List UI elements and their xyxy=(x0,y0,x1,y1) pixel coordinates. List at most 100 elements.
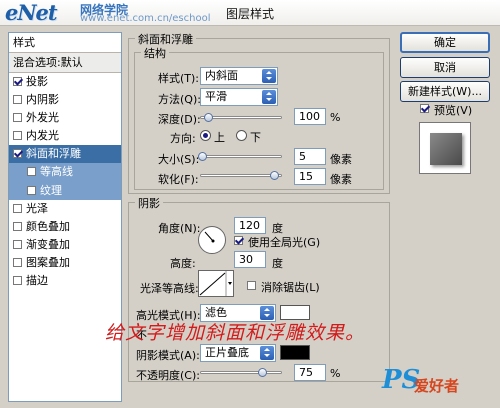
shadow-opacity-slider[interactable] xyxy=(200,367,282,379)
style-preview xyxy=(419,122,471,174)
style-item-label: 内阴影 xyxy=(26,93,59,107)
direction-up-label[interactable]: 上 xyxy=(214,129,225,145)
size-input[interactable]: 5 xyxy=(294,148,326,165)
styles-header[interactable]: 样式 xyxy=(9,33,121,53)
style-select-arrow-icon xyxy=(262,69,276,83)
ok-button[interactable]: 确定 xyxy=(400,32,490,53)
style-item-checkbox[interactable] xyxy=(13,77,22,86)
style-item-label: 渐变叠加 xyxy=(26,237,70,251)
direction-label: 方向: xyxy=(170,132,196,145)
style-item[interactable]: 投影 xyxy=(9,73,121,91)
style-item-label: 外发光 xyxy=(26,111,59,125)
depth-slider-knob[interactable] xyxy=(204,113,214,122)
direction-down-label[interactable]: 下 xyxy=(250,129,261,145)
shadow-opacity-label: 不透明度(C): xyxy=(136,369,200,382)
shadow-color-swatch[interactable] xyxy=(280,345,310,360)
technique-select[interactable]: 平滑 xyxy=(200,88,278,106)
antialias-checkbox[interactable] xyxy=(247,281,256,290)
style-item[interactable]: 颜色叠加 xyxy=(9,218,121,236)
style-item-checkbox[interactable] xyxy=(13,149,22,159)
style-item[interactable]: 等高线 xyxy=(9,163,121,182)
altitude-label: 高度: xyxy=(170,257,196,270)
style-item-label: 描边 xyxy=(26,274,48,288)
shadow-mode-value: 正片叠底 xyxy=(205,346,249,359)
style-item-label: 光泽 xyxy=(26,201,48,215)
technique-select-value: 平滑 xyxy=(205,90,227,103)
style-item[interactable]: 图案叠加 xyxy=(9,254,121,272)
soften-unit: 像素 xyxy=(330,173,352,186)
technique-select-arrow-icon xyxy=(262,90,276,104)
altitude-unit: 度 xyxy=(272,257,283,270)
angle-label: 角度(N): xyxy=(158,222,201,235)
contour-curve-icon xyxy=(199,271,232,296)
style-item[interactable]: 描边 xyxy=(9,272,121,290)
style-item[interactable]: 渐变叠加 xyxy=(9,236,121,254)
style-item-label: 内发光 xyxy=(26,129,59,143)
watermark-logo: eNet xyxy=(5,0,58,25)
style-item-label: 斜面和浮雕 xyxy=(26,147,81,161)
window-title: 图层样式 xyxy=(225,7,274,21)
shadow-mode-arrow-icon xyxy=(260,346,274,360)
global-light-label[interactable]: 使用全局光(G) xyxy=(248,234,320,250)
style-item[interactable]: 外发光 xyxy=(9,109,121,127)
style-item-checkbox[interactable] xyxy=(13,113,22,123)
shading-title: 阴影 xyxy=(135,195,163,211)
soften-slider[interactable] xyxy=(200,170,282,182)
depth-slider[interactable] xyxy=(200,112,282,124)
altitude-input[interactable]: 30 xyxy=(234,251,266,268)
soften-input[interactable]: 15 xyxy=(294,168,326,185)
style-item-label: 图案叠加 xyxy=(26,255,70,269)
style-item-checkbox[interactable] xyxy=(27,185,36,195)
style-items: 投影内阴影外发光内发光斜面和浮雕等高线纹理光泽颜色叠加渐变叠加图案叠加描边 xyxy=(9,73,121,290)
style-item[interactable]: 光泽 xyxy=(9,200,121,218)
depth-label: 深度(D): xyxy=(158,113,201,126)
shadow-mode-label: 阴影模式(A): xyxy=(136,349,200,362)
depth-unit: % xyxy=(330,111,341,124)
style-item[interactable]: 斜面和浮雕 xyxy=(9,145,121,164)
watermark-url: www.enet.com.cn/eschool xyxy=(80,13,211,24)
new-style-button[interactable]: 新建样式(W)... xyxy=(400,81,490,102)
gloss-contour-picker[interactable] xyxy=(198,270,234,297)
shadow-mode-select[interactable]: 正片叠底 xyxy=(200,344,276,362)
preview-label[interactable]: 预览(V) xyxy=(434,102,472,118)
size-label: 大小(S): xyxy=(158,153,200,166)
depth-input[interactable]: 100 xyxy=(294,108,326,125)
style-item-label: 纹理 xyxy=(40,183,62,197)
angle-dial[interactable] xyxy=(198,226,226,254)
style-item-checkbox[interactable] xyxy=(13,257,22,267)
style-item-label: 等高线 xyxy=(40,165,73,179)
style-item[interactable]: 纹理 xyxy=(9,181,121,200)
preview-square xyxy=(430,133,462,165)
style-item[interactable]: 内阴影 xyxy=(9,91,121,109)
style-item-checkbox[interactable] xyxy=(13,203,22,213)
blend-options-item[interactable]: 混合选项:默认 xyxy=(9,53,121,73)
style-item-label: 颜色叠加 xyxy=(26,219,70,233)
technique-label: 方法(Q): xyxy=(158,93,201,106)
shadow-opacity-knob[interactable] xyxy=(257,368,267,377)
direction-up-radio[interactable] xyxy=(200,130,211,141)
style-select-value: 内斜面 xyxy=(205,69,238,82)
angle-input[interactable]: 120 xyxy=(234,217,266,234)
soften-slider-knob[interactable] xyxy=(269,171,279,180)
size-unit: 像素 xyxy=(330,153,352,166)
style-item-checkbox[interactable] xyxy=(13,239,22,249)
style-item[interactable]: 内发光 xyxy=(9,127,121,145)
style-item-checkbox[interactable] xyxy=(13,276,22,286)
gloss-contour-label: 光泽等高线: xyxy=(140,282,199,295)
size-slider-knob[interactable] xyxy=(197,152,207,161)
ps-logo-text: 爱好者 xyxy=(414,377,460,395)
tutorial-annotation: 给文字增加斜面和浮雕效果。 xyxy=(105,322,366,344)
antialias-label[interactable]: 消除锯齿(L) xyxy=(261,279,320,295)
shadow-opacity-input[interactable]: 75 xyxy=(294,364,326,381)
cancel-button[interactable]: 取消 xyxy=(400,57,490,78)
shadow-opacity-unit: % xyxy=(330,367,341,380)
style-item-checkbox[interactable] xyxy=(13,221,22,231)
style-item-checkbox[interactable] xyxy=(27,167,36,177)
style-item-checkbox[interactable] xyxy=(13,131,22,141)
preview-checkbox[interactable] xyxy=(420,104,429,113)
style-item-checkbox[interactable] xyxy=(13,95,22,105)
style-select[interactable]: 内斜面 xyxy=(200,67,278,85)
size-slider[interactable] xyxy=(197,151,282,163)
global-light-checkbox[interactable] xyxy=(234,236,243,245)
direction-down-radio[interactable] xyxy=(236,130,247,141)
